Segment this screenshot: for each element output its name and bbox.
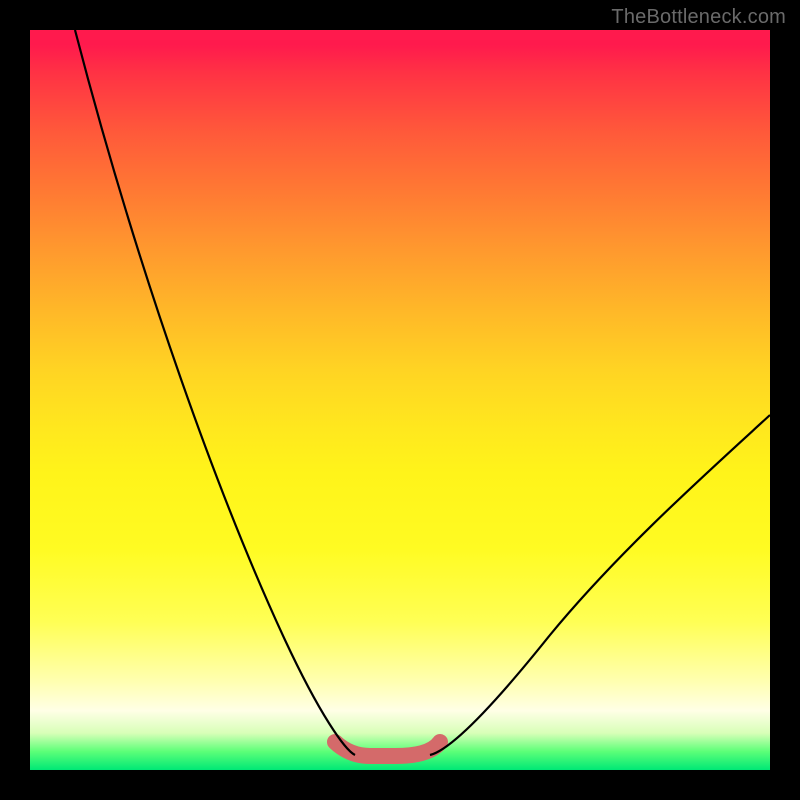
watermark-text: TheBottleneck.com xyxy=(611,6,786,29)
chart-area xyxy=(30,30,770,770)
curve-svg xyxy=(30,30,770,770)
left-curve xyxy=(75,30,355,755)
right-curve xyxy=(430,415,770,755)
trough-highlight xyxy=(335,742,440,756)
